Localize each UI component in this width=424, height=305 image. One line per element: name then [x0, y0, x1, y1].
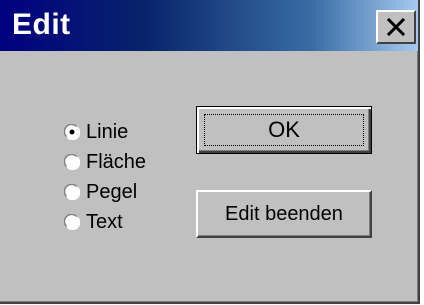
radio-label-flaeche: Fläche	[86, 151, 147, 173]
close-button[interactable]	[376, 10, 416, 44]
shape-radio-group: Linie Fläche Pegel Text	[64, 117, 146, 237]
radio-option-linie[interactable]: Linie	[64, 117, 146, 147]
edit-beenden-button[interactable]: Edit beenden	[196, 190, 372, 238]
title-bar[interactable]: Edit	[0, 0, 418, 51]
radio-button-flaeche[interactable]	[64, 154, 80, 170]
radio-label-text: Text	[86, 211, 123, 233]
edit-dialog: Edit Linie Fläche Pegel Text OK Edit bee…	[0, 0, 420, 304]
ok-button-label: OK	[268, 117, 300, 142]
radio-button-pegel[interactable]	[64, 184, 80, 200]
radio-option-text[interactable]: Text	[64, 207, 146, 237]
close-icon	[386, 18, 406, 36]
edit-beenden-button-label: Edit beenden	[225, 202, 343, 225]
radio-label-linie: Linie	[86, 121, 129, 143]
radio-label-pegel: Pegel	[86, 181, 138, 203]
ok-button[interactable]: OK	[196, 106, 372, 154]
radio-button-text[interactable]	[64, 214, 80, 230]
radio-option-pegel[interactable]: Pegel	[64, 177, 146, 207]
radio-button-linie[interactable]	[64, 124, 80, 140]
radio-option-flaeche[interactable]: Fläche	[64, 147, 146, 177]
window-title: Edit	[12, 8, 71, 41]
